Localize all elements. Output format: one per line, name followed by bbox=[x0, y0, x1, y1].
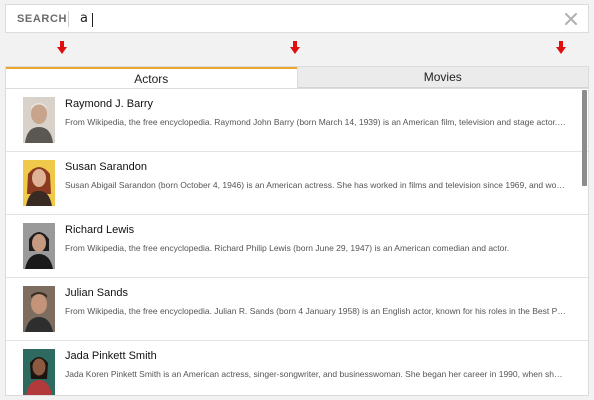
tab-bar: Actors Movies bbox=[5, 66, 589, 88]
avatar bbox=[23, 223, 55, 269]
results-list: Raymond J. Barry From Wikipedia, the fre… bbox=[5, 88, 589, 396]
search-bar: SEARCH bbox=[5, 4, 589, 33]
result-description: From Wikipedia, the free encyclopedia. J… bbox=[65, 306, 566, 316]
avatar bbox=[23, 349, 55, 395]
result-name: Raymond J. Barry bbox=[65, 98, 154, 110]
result-description: From Wikipedia, the free encyclopedia. R… bbox=[65, 243, 510, 253]
text-caret bbox=[92, 13, 93, 27]
result-name: Susan Sarandon bbox=[65, 161, 147, 173]
tab-actors[interactable]: Actors bbox=[6, 67, 297, 88]
search-divider bbox=[68, 10, 69, 27]
scrollbar-thumb[interactable] bbox=[582, 90, 587, 186]
list-item[interactable]: Susan Sarandon Susan Abigail Sarandon (b… bbox=[6, 152, 588, 215]
list-item[interactable]: Julian Sands From Wikipedia, the free en… bbox=[6, 278, 588, 341]
down-arrow-icon bbox=[556, 41, 566, 54]
result-name: Julian Sands bbox=[65, 287, 128, 299]
list-item[interactable]: Jada Pinkett Smith Jada Koren Pinkett Sm… bbox=[6, 341, 588, 395]
clear-search-button[interactable] bbox=[558, 6, 584, 32]
scrollbar[interactable] bbox=[582, 90, 587, 394]
result-description: From Wikipedia, the free encyclopedia. R… bbox=[65, 117, 566, 127]
tab-movies[interactable]: Movies bbox=[296, 67, 588, 88]
tab-actors-label: Actors bbox=[134, 71, 169, 86]
tab-movies-label: Movies bbox=[423, 70, 462, 84]
list-item[interactable]: Raymond J. Barry From Wikipedia, the fre… bbox=[6, 89, 588, 152]
avatar bbox=[23, 160, 55, 206]
search-label: SEARCH bbox=[17, 12, 68, 25]
result-description: Jada Koren Pinkett Smith is an American … bbox=[65, 369, 566, 379]
avatar bbox=[23, 286, 55, 332]
result-description: Susan Abigail Sarandon (born October 4, … bbox=[65, 180, 566, 190]
list-item[interactable]: Richard Lewis From Wikipedia, the free e… bbox=[6, 215, 588, 278]
avatar bbox=[23, 97, 55, 143]
close-icon bbox=[565, 12, 577, 25]
result-name: Richard Lewis bbox=[65, 224, 135, 236]
result-name: Jada Pinkett Smith bbox=[65, 350, 157, 362]
down-arrow-icon bbox=[57, 41, 67, 54]
search-input[interactable] bbox=[80, 6, 558, 31]
down-arrow-icon bbox=[290, 41, 300, 54]
